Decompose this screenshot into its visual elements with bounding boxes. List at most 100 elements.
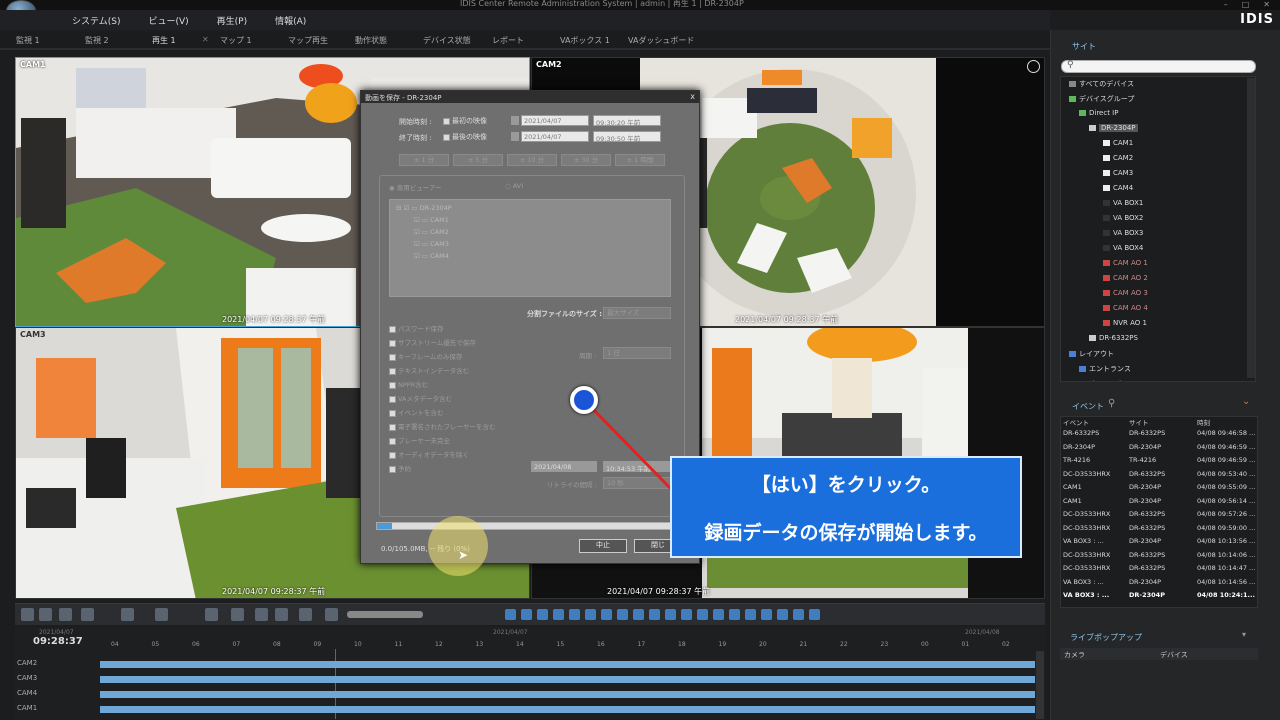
layout-split-icon[interactable] [697, 609, 708, 620]
layout-split-icon[interactable] [713, 609, 724, 620]
save-option-checkbox[interactable]: オーディオデータを除く [389, 449, 469, 459]
site-tree-item[interactable]: VA BOX2 [1103, 214, 1143, 222]
events-expand-icon[interactable]: ⌄ [1242, 396, 1250, 407]
tab-playback-1[interactable]: 再生 1 [152, 35, 176, 46]
range-1min-button[interactable]: ± 1 分 [399, 154, 449, 166]
radio-avi[interactable]: ○ AVI [505, 182, 523, 190]
save-option-checkbox[interactable]: NPPR含む [389, 379, 428, 389]
start-calendar-icon[interactable] [511, 116, 519, 125]
dialog-close-icon[interactable]: x [690, 92, 695, 101]
layout-split-icon[interactable] [569, 609, 580, 620]
site-tree-item[interactable]: VA BOX3 [1103, 229, 1143, 237]
cycle-select[interactable]: 1 日 [603, 347, 671, 359]
site-tree-item[interactable]: DR-2304P [1089, 124, 1138, 132]
layout-split-icon[interactable] [665, 609, 676, 620]
event-row[interactable]: DR-2304P DR-2304P 04/08 09:46:59 ... [1061, 441, 1259, 455]
menu-playback[interactable]: 再生(P) [217, 14, 247, 27]
tab-map-1[interactable]: マップ 1 [220, 35, 252, 46]
layout-split-icon[interactable] [681, 609, 692, 620]
layout-split-icon[interactable] [553, 609, 564, 620]
layout-split-icon[interactable] [617, 609, 628, 620]
tree-root[interactable]: ⊟ ☑ ▭ DR-2304P [396, 204, 452, 212]
timeline-recording-bar[interactable] [100, 706, 1035, 713]
layout-split-icon[interactable] [537, 609, 548, 620]
site-tree-item[interactable]: NVR AO 1 [1103, 319, 1147, 327]
retry-select[interactable]: 10 秒 [603, 477, 671, 489]
layout-split-icon[interactable] [601, 609, 612, 620]
site-tree-item[interactable]: すべてのデバイス [1069, 79, 1134, 89]
layout-split-icon[interactable] [745, 609, 756, 620]
timeline-recording-bar[interactable] [100, 676, 1035, 683]
camera-icon[interactable] [121, 608, 134, 621]
event-row[interactable]: DC-D3533HRX DR-6332PS 04/08 09:57:26 ... [1061, 508, 1259, 522]
tab-va-dashboard[interactable]: VAダッシュボード [628, 35, 694, 46]
maximize-button[interactable]: □ [1242, 0, 1250, 10]
speed-slider[interactable] [347, 611, 423, 618]
save-option-checkbox[interactable]: プレーヤー未完全 [389, 435, 450, 445]
save-option-checkbox[interactable]: キーフレームのみ保存 [389, 351, 462, 361]
layout-icon[interactable] [205, 608, 218, 621]
site-tree-item[interactable]: レイアウト [1069, 349, 1114, 359]
site-tree-item[interactable]: Direct IP [1079, 109, 1118, 117]
site-tree-scrollbar[interactable] [1247, 78, 1255, 378]
menu-view[interactable]: ビュー(V) [148, 14, 188, 27]
layout-split-icon[interactable] [729, 609, 740, 620]
menu-system[interactable]: システム(S) [72, 14, 120, 27]
layout-split-icon[interactable] [585, 609, 596, 620]
event-row[interactable]: DC-D3533HRX DR-6332PS 04/08 10:14:06 ... [1061, 549, 1259, 563]
tab-monitor-2[interactable]: 監視 2 [85, 35, 109, 46]
tab-map-playback[interactable]: マップ再生 [288, 35, 328, 46]
tree-item[interactable]: ☑ ▭ CAM2 [414, 228, 449, 236]
snapshot-icon[interactable] [59, 608, 72, 621]
range-10min-button[interactable]: ± 10 分 [507, 154, 557, 166]
site-tree-item[interactable]: CAM AO 2 [1103, 274, 1148, 282]
save-option-checkbox[interactable]: VAメタデータ含む [389, 393, 452, 403]
timeline-recording-bar[interactable] [100, 691, 1035, 698]
event-row[interactable]: VA BOX3 : ... DR-2304P 04/08 10:14:56 ... [1061, 576, 1259, 590]
layout-split-icon[interactable] [649, 609, 660, 620]
site-tree-item[interactable]: CAM AO 1 [1103, 259, 1148, 267]
event-row[interactable]: CAM1 DR-2304P 04/08 09:56:14 ... [1061, 495, 1259, 509]
layout-split-icon[interactable] [633, 609, 644, 620]
layout-split-icon[interactable] [521, 609, 532, 620]
tree-item[interactable]: ☑ ▭ CAM3 [414, 240, 449, 248]
site-tree-item[interactable]: CAM1 [1103, 139, 1133, 147]
radio-dedicated-player[interactable]: ◉ 専用ビューアー [389, 182, 442, 192]
first-frame-checkbox[interactable]: 最初の映像 [443, 116, 487, 126]
tree-item[interactable]: ☑ ▭ CAM1 [414, 216, 449, 224]
save-option-checkbox[interactable]: 予約 [389, 463, 411, 473]
site-tree-item[interactable]: VA BOX4 [1103, 244, 1143, 252]
tab-close-icon[interactable]: ✕ [202, 35, 209, 44]
event-row[interactable]: TR-4216 TR-4216 04/08 09:46:59 ... [1061, 454, 1259, 468]
range-30min-button[interactable]: ± 30 分 [561, 154, 611, 166]
minimize-button[interactable]: – [1224, 0, 1228, 10]
save-option-checkbox[interactable]: サブストリーム優先で保存 [389, 337, 476, 347]
event-row[interactable]: VA BOX3 : ... DR-2304P 04/08 10:13:56 ... [1061, 535, 1259, 549]
save-option-checkbox[interactable]: パスワード保存 [389, 323, 444, 333]
site-tree-item[interactable]: エントランス [1079, 364, 1131, 374]
save-option-checkbox[interactable]: 電子署名されたプレーヤーを含む [389, 421, 496, 431]
site-tree-item[interactable]: オフィスカメラ [1079, 379, 1138, 381]
tab-report[interactable]: レポート [492, 35, 524, 46]
close-button[interactable]: ✕ [1263, 0, 1270, 10]
start-date-field[interactable]: 2021/04/07 [521, 115, 589, 126]
schedule-date-field[interactable]: 2021/04/08 [531, 461, 597, 472]
step-back-icon[interactable] [275, 608, 288, 621]
tab-status[interactable]: 動作状態 [355, 35, 387, 46]
timeline-recording-bar[interactable] [100, 661, 1035, 668]
event-row[interactable]: DC-D3533HRX DR-6332PS 04/08 09:59:00 ... [1061, 522, 1259, 536]
record-icon[interactable] [155, 608, 168, 621]
start-time-field[interactable]: 09:30:20 午前 [593, 115, 661, 127]
event-row[interactable]: DC-D3533HRX DR-6332PS 04/08 09:53:40 ... [1061, 468, 1259, 482]
end-date-field[interactable]: 2021/04/07 [521, 131, 589, 142]
save-icon[interactable] [231, 608, 244, 621]
stop-button[interactable]: 中止 [579, 539, 627, 553]
tree-item[interactable]: ☑ ▭ CAM4 [414, 252, 449, 260]
site-tree-item[interactable]: CAM4 [1103, 184, 1133, 192]
end-time-field[interactable]: 09:30:50 午前 [593, 131, 661, 143]
site-tree-item[interactable]: CAM2 [1103, 154, 1133, 162]
tab-vabox-1[interactable]: VAボックス 1 [560, 35, 610, 46]
last-frame-checkbox[interactable]: 最後の映像 [443, 132, 487, 142]
range-1hour-button[interactable]: ± 1 時間 [615, 154, 665, 166]
tab-monitor-1[interactable]: 監視 1 [16, 35, 40, 46]
